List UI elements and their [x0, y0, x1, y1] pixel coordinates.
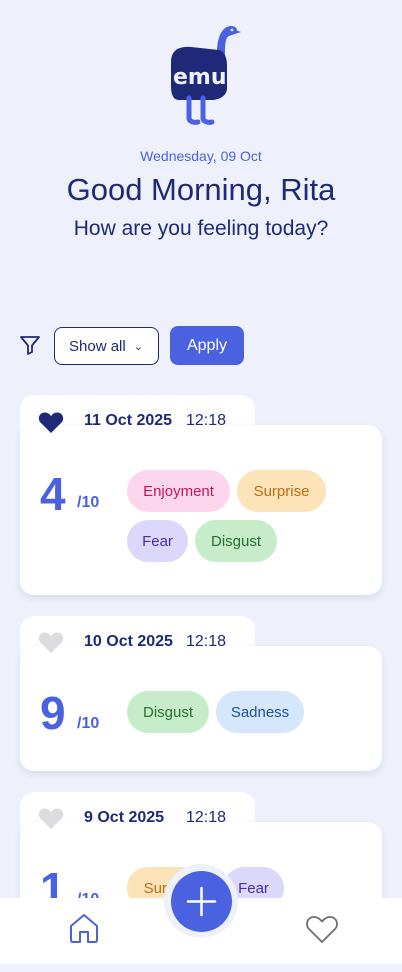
entry-time: 12:18 [186, 412, 227, 429]
mood-entry[interactable]: 10 Oct 2025 12:18 9 /10 Disgust Sadness [20, 616, 382, 771]
score-scale: /10 [77, 494, 100, 511]
emu-logo: emu [171, 26, 241, 125]
entry-date: 10 Oct 2025 [84, 633, 173, 650]
heart-outline-icon[interactable] [38, 806, 64, 830]
heart-outline-icon[interactable] [38, 630, 64, 654]
chevron-down-icon: ⌄ [133, 340, 143, 353]
mood-score: 4 [40, 468, 66, 520]
emotion-chip: Disgust [195, 520, 277, 562]
greeting-title: Good Morning, Rita [66, 172, 336, 207]
entry-date: 9 Oct 2025 [84, 809, 165, 826]
plus-icon [186, 886, 217, 917]
filter-select[interactable]: Show all ⌄ [54, 327, 159, 365]
emotion-chip: Disgust [127, 691, 209, 733]
heart-outline-icon[interactable] [305, 913, 339, 945]
filter-icon[interactable] [18, 333, 42, 357]
heart-filled-icon[interactable] [38, 410, 64, 434]
score-scale: /10 [77, 715, 100, 732]
entry-time: 12:18 [186, 809, 227, 826]
mood-entry[interactable]: 11 Oct 2025 12:18 4 /10 Enjoyment Surpri… [20, 395, 382, 595]
mood-question: How are you feeling today? [73, 217, 329, 240]
entry-date: 11 Oct 2025 [84, 412, 173, 429]
svg-text:emu: emu [173, 65, 227, 90]
emotion-chip: Enjoyment [127, 470, 230, 512]
current-date: Wednesday, 09 Oct [140, 148, 262, 164]
emotion-chip: Sadness [216, 691, 304, 733]
apply-button[interactable]: Apply [170, 326, 244, 365]
emotion-chip: Surprise [237, 470, 326, 512]
filter-select-value: Show all [69, 337, 126, 355]
emotion-chip: Fear [127, 520, 188, 562]
home-icon[interactable] [67, 911, 101, 945]
entry-time: 12:18 [186, 633, 227, 650]
mood-score: 9 [40, 687, 66, 739]
add-entry-button[interactable] [171, 871, 232, 932]
